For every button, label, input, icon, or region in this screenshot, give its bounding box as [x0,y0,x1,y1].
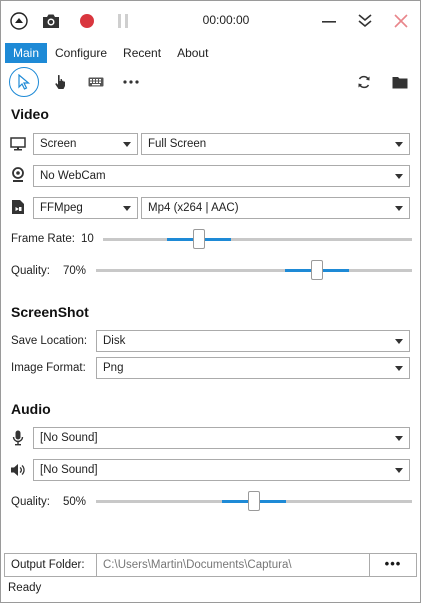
webcam-icon [9,166,27,184]
image-format-label: Image Format: [11,362,86,374]
collapse-button[interactable] [9,11,29,31]
camera-icon [43,14,59,28]
screenshot-section-title: ScreenShot [11,304,89,320]
video-quality-label: Quality: [11,265,50,277]
record-button[interactable] [77,11,97,31]
refresh-icon [358,75,370,89]
close-icon [394,14,408,28]
microphone-icon [9,429,27,447]
tab-recent[interactable]: Recent [115,43,169,63]
mouse-clicks-tool-button[interactable] [51,72,71,92]
save-location-select[interactable]: Disk [96,330,410,352]
chevron-down-icon [395,339,403,344]
pause-icon [118,14,128,28]
output-folder-path[interactable]: C:\Users\Martin\Documents\Captura\ [97,554,370,576]
audio-quality-label: Quality: [11,496,50,508]
title-bar: 00:00:00 [1,1,420,41]
video-source-value: Screen [40,138,77,150]
slider-thumb[interactable] [311,260,323,280]
open-folder-button[interactable] [389,72,411,92]
output-folder-label: Output Folder: [5,554,97,576]
chevron-down-icon [395,142,403,147]
image-format-value: Png [103,362,124,374]
chevron-down-icon [395,436,403,441]
keystrokes-tool-button[interactable] [86,72,106,92]
monitor-icon [9,135,27,153]
keyboard-icon [88,77,104,87]
audio-section-title: Audio [11,401,51,417]
cursor-icon [18,74,31,90]
screenshot-button[interactable] [41,11,61,31]
speaker-icon [9,461,27,479]
main-tabs: Main Configure Recent About [5,43,216,63]
hand-click-icon [55,74,65,89]
close-button[interactable] [391,11,411,31]
video-section-title: Video [11,106,49,122]
elapsed-timer: 00:00:00 [202,13,250,27]
speaker-select[interactable]: [No Sound] [33,459,410,481]
video-region-select[interactable]: Full Screen [141,133,410,155]
status-text: Ready [8,582,42,594]
minimize-to-tray-button[interactable] [355,11,375,31]
chevron-down-icon [123,206,131,211]
slider-rail [103,238,412,241]
format-value: Mp4 (x264 | AAC) [148,202,239,214]
speaker-value: [No Sound] [40,464,98,476]
output-folder-bar: Output Folder: C:\Users\Martin\Documents… [4,553,417,577]
cursor-tool-button[interactable] [9,67,39,97]
format-select[interactable]: Mp4 (x264 | AAC) [141,197,410,219]
chevron-down-icon [395,366,403,371]
microphone-select[interactable]: [No Sound] [33,427,410,449]
collapse-up-icon [10,12,28,30]
video-source-select[interactable]: Screen [33,133,138,155]
frame-rate-value: 10 [81,233,94,245]
webcam-value: No WebCam [40,170,106,182]
double-chevron-down-icon [358,14,372,28]
refresh-button[interactable] [354,72,374,92]
tab-about[interactable]: About [169,43,216,63]
webcam-select[interactable]: No WebCam [33,165,410,187]
tab-main[interactable]: Main [5,43,48,63]
minimize-icon [322,21,336,23]
encoder-select[interactable]: FFMpeg [33,197,138,219]
record-icon [80,14,94,28]
save-location-value: Disk [103,335,126,347]
slider-rail [96,269,412,272]
video-quality-value: 70% [63,265,87,277]
pause-button[interactable] [113,11,133,31]
minimize-button[interactable] [319,11,339,31]
chevron-down-icon [395,468,403,473]
frame-rate-slider[interactable] [103,229,412,249]
more-icon [123,80,139,84]
video-file-icon [9,198,27,216]
folder-icon [392,76,408,88]
audio-quality-slider[interactable] [96,491,412,511]
chevron-down-icon [123,142,131,147]
microphone-value: [No Sound] [40,432,98,444]
chevron-down-icon [395,206,403,211]
video-region-value: Full Screen [148,138,207,150]
slider-thumb[interactable] [248,491,260,511]
browse-folder-button[interactable]: ••• [370,554,416,576]
slider-thumb[interactable] [193,229,205,249]
more-options-button[interactable] [121,72,141,92]
encoder-value: FFMpeg [40,202,83,214]
save-location-label: Save Location: [11,335,88,347]
video-quality-slider[interactable] [96,260,412,280]
chevron-down-icon [395,174,403,179]
app-window: 00:00:00 Main Configure Recent About Vid… [0,0,421,603]
audio-quality-value: 50% [63,496,87,508]
tab-configure[interactable]: Configure [47,43,115,63]
image-format-select[interactable]: Png [96,357,410,379]
frame-rate-label: Frame Rate: [11,233,75,245]
